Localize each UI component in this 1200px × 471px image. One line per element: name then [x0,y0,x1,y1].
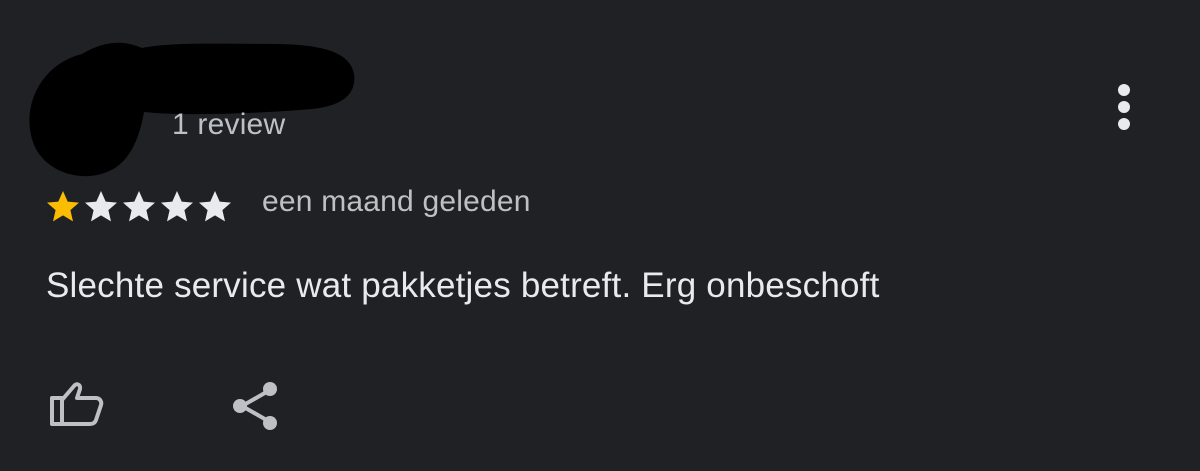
star-empty-icon [123,191,155,222]
star-empty-icon [199,191,231,222]
reviewer-review-count: 1 review [172,108,286,141]
star-empty-icon [161,191,193,222]
star-filled-icon [47,191,79,222]
share-button[interactable] [228,378,284,434]
review-card: 1 review een maand geleden Slechte servi… [0,0,1200,471]
more-options-button[interactable] [1104,80,1144,136]
review-text: Slechte service wat pakketjes betreft. E… [46,266,880,305]
like-button[interactable] [46,378,106,430]
review-date: een maand geleden [262,185,531,218]
star-empty-icon [85,191,117,222]
share-icon [233,382,277,430]
star-rating [44,188,234,226]
thumbs-up-icon [50,382,104,426]
more-vert-icon [1118,84,1130,130]
